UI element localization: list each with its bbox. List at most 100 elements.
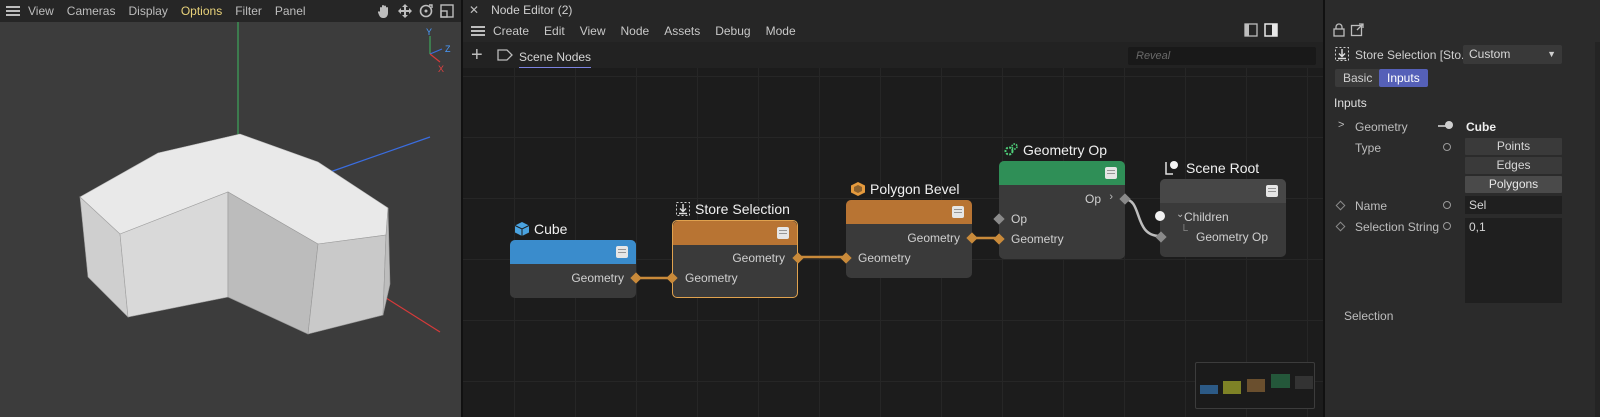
geometry-op-node-title: Geometry Op [1003,142,1107,158]
geometry-value: Cube [1466,120,1496,134]
node-editor-title: Node Editor (2) [491,3,573,17]
axis-gizmo: Y Z X [426,27,451,74]
gizmo-y-label: Y [426,27,432,37]
external-link-icon[interactable] [1349,23,1365,37]
hand-icon[interactable] [375,3,392,19]
scene-root-node-title: Scene Root [1164,160,1259,176]
node-menu-icon[interactable] [777,227,789,239]
viewport-menu-panel[interactable]: Panel [275,4,306,18]
close-icon[interactable]: ✕ [469,3,479,17]
cube-icon [514,221,530,237]
polygon-bevel-node-title: Polygon Bevel [850,181,960,197]
chevron-right-icon[interactable]: › [1109,191,1113,203]
viewport-menu-cameras[interactable]: Cameras [67,4,116,18]
attributes-header: Store Selection [Sto... Custom ▼ [1325,42,1600,66]
minimap-scene-root [1295,376,1313,389]
viewport-menu-view[interactable]: View [28,4,54,18]
attributes-scrollbar[interactable] [1595,42,1600,417]
reveal-search-input[interactable]: Reveal [1128,47,1316,65]
tab-inputs[interactable]: Inputs [1379,69,1428,87]
chevron-down-icon: ▼ [1547,49,1556,59]
attributes-panel: Store Selection [Sto... Custom ▼ Basic I… [1323,0,1600,417]
ne-menu-edit[interactable]: Edit [544,24,565,38]
add-icon[interactable]: + [471,45,489,65]
ne-menu-view[interactable]: View [580,24,606,38]
mode-dropdown[interactable]: Custom ▼ [1463,45,1562,64]
layout-left-icon[interactable] [1243,23,1259,37]
store-selection-icon [675,201,691,217]
maximize-icon[interactable] [438,3,455,19]
geometry-op-node-header [999,161,1125,185]
tag-icon[interactable] [497,49,513,61]
geometry-label: Geometry [1355,120,1408,134]
node-menu-icon[interactable] [1105,167,1117,179]
viewport-menu-options[interactable]: Options [181,4,222,18]
node-minimap[interactable] [1195,362,1315,409]
move-icon[interactable] [396,3,413,19]
node-editor-menubar: Create Edit View Node Assets Debug Mode [463,20,1323,42]
layout-right-icon[interactable] [1263,23,1279,37]
node-menu-icon[interactable] [952,206,964,218]
ne-menu-mode[interactable]: Mode [766,24,796,38]
ne-menu-debug[interactable]: Debug [715,24,750,38]
viewport-menubar: View Cameras Display Options Filter Pane… [0,0,461,22]
ne-menu-assets[interactable]: Assets [664,24,700,38]
hamburger-icon[interactable] [471,26,485,36]
node-menu-icon[interactable] [1266,185,1278,197]
node-menu-icon[interactable] [616,246,628,258]
tree-branch-icon: └ [1180,225,1188,237]
store-selection-in-port-label: Geometry [685,271,738,285]
store-selection-node[interactable]: Geometry Geometry [666,220,804,298]
ne-menu-node[interactable]: Node [621,24,650,38]
cube-node-header [510,240,636,264]
polygon-bevel-node[interactable]: Geometry Geometry [840,200,978,278]
viewport-menu-display[interactable]: Display [128,4,167,18]
name-label: Name [1355,199,1388,213]
viewport-panel[interactable]: View Cameras Display Options Filter Pane… [0,0,461,417]
viewport-3d-scene[interactable]: Y Z X [0,22,461,417]
mode-dropdown-value: Custom [1469,47,1511,61]
type-option-edges[interactable]: Edges [1465,157,1562,174]
geometry-op-node[interactable]: Op › Op Geometry [993,161,1131,259]
tab-basic[interactable]: Basic [1335,69,1381,87]
rotate-icon[interactable] [417,3,434,19]
selection-string-field[interactable]: 0,1 [1465,218,1562,303]
minimap-store-selection [1223,381,1241,394]
gizmo-z-label: Z [445,44,451,54]
store-selection-icon [1334,46,1350,65]
hamburger-icon[interactable] [6,6,20,16]
selection-string-label: Selection String [1355,220,1440,234]
keyframe-icon[interactable] [1335,200,1346,211]
store-selection-node-header [673,221,797,245]
lock-icon[interactable] [1331,23,1347,37]
polygon-bevel-node-header [846,200,972,224]
scene-root-children-label: Children [1184,210,1229,224]
gears-icon [1003,142,1019,158]
node-graph-canvas[interactable]: Cube Geometry Store Selection Geometry G… [463,68,1323,417]
minimap-polygon-bevel [1247,379,1265,392]
scene-root-node[interactable]: ⌄ Children └ Geometry Op [1155,179,1286,257]
l-shape-mesh[interactable] [79,133,391,335]
cube-out-port-label: Geometry [571,271,624,285]
ne-menu-create[interactable]: Create [493,24,529,38]
name-port-icon[interactable] [1443,201,1451,209]
polygon-bevel-out-port-label: Geometry [907,231,960,245]
tab-scene-nodes[interactable]: Scene Nodes [519,50,592,69]
type-port-icon[interactable] [1443,143,1451,151]
selection-string-port-icon[interactable] [1443,222,1451,230]
scene-root-children-pin[interactable] [1155,211,1165,221]
store-selection-node-title: Store Selection [675,201,790,217]
node-editor-titlebar: ✕ Node Editor (2) [463,0,1323,20]
name-field[interactable]: Sel [1465,196,1562,214]
type-option-polygons[interactable]: Polygons [1465,176,1562,193]
type-option-points[interactable]: Points [1465,138,1562,155]
store-selection-out-port-label: Geometry [732,251,785,265]
gizmo-x-label: X [438,64,444,74]
section-title-inputs: Inputs [1334,96,1367,110]
selection-label: Selection [1344,309,1394,323]
connected-port-icon [1445,121,1453,129]
chevron-right-icon[interactable]: > [1338,119,1344,131]
viewport-menu-filter[interactable]: Filter [235,4,262,18]
cube-node[interactable]: Geometry [510,240,642,298]
keyframe-icon[interactable] [1335,221,1346,232]
